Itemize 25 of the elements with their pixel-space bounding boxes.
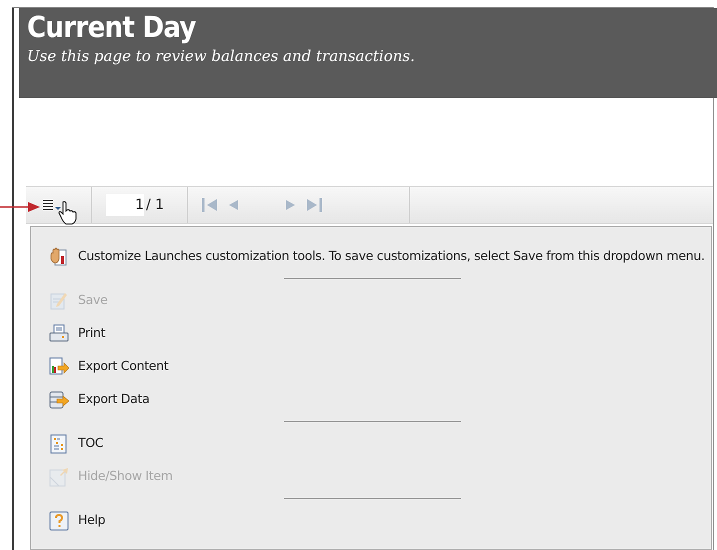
page-total: / 1 [146,196,164,214]
page-subtitle: Use this page to review balances and transactions. [27,46,416,66]
list-document-icon [49,434,69,454]
hand-cursor-icon [58,201,78,225]
first-page-icon[interactable] [202,198,218,212]
next-page-icon[interactable] [286,198,296,212]
document-arrow-icon [49,466,69,486]
menu-item[interactable]: TOC [49,427,711,460]
hand-document-icon [49,246,69,266]
last-page-icon[interactable] [306,198,322,212]
page-number-field[interactable]: 1 [106,194,144,216]
document-pencil-icon [49,290,69,310]
menu-dropdown-icon[interactable] [43,199,61,211]
menu-item[interactable]: Print [49,317,711,350]
menu-item[interactable]: Export Data [49,383,711,416]
menu-item[interactable]: Customize Launches customization tools. To save customizations, select Save from this dropdown menu. [49,240,711,273]
database-arrow-icon [49,390,69,410]
printer-icon [49,324,69,344]
previous-page-icon[interactable] [228,198,238,212]
menu-item[interactable]: Help [49,504,711,537]
menu-item[interactable]: Export Content [49,350,711,383]
page-title: Current Day [27,10,197,44]
document-arrow-icon [49,356,69,376]
question-mark-icon [49,510,69,530]
callout-arrow [0,201,40,213]
